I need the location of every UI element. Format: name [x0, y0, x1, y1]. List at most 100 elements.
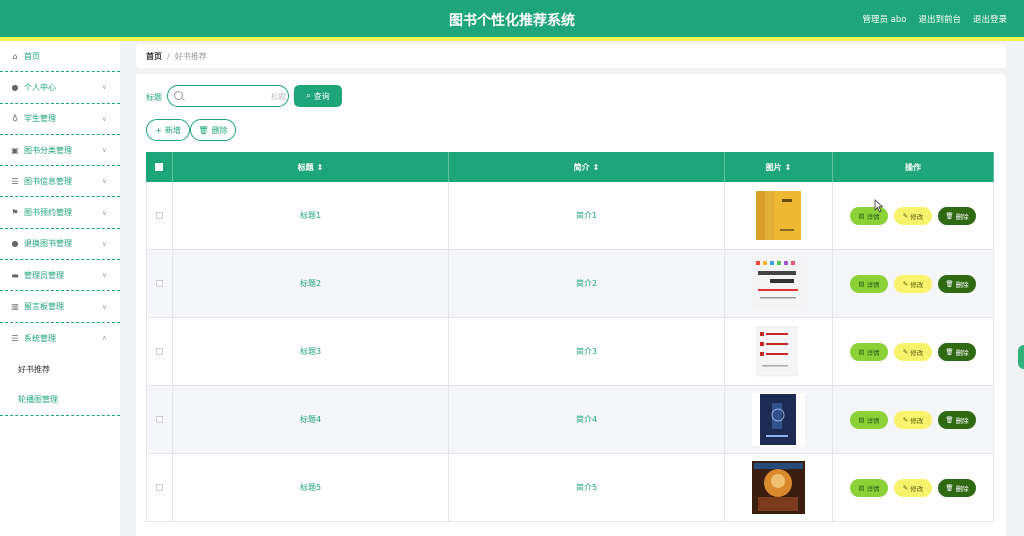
intro-cell: 简介5: [449, 454, 725, 521]
detail-label: 详情: [866, 484, 880, 493]
trash-icon: 🗑: [198, 125, 209, 135]
edit-label: 修改: [910, 484, 924, 493]
add-button-label: 新增: [164, 125, 181, 135]
edit-button[interactable]: ✎ 修改: [894, 342, 932, 361]
delete-button-label: 删除: [211, 125, 228, 135]
delete-button[interactable]: 🗑 删除: [938, 410, 976, 429]
detail-button[interactable]: ▤ 详情: [850, 274, 888, 293]
sidebar-item-book-return[interactable]: ● 退换图书管理 ∨: [0, 229, 120, 261]
batch-delete-button[interactable]: 🗑 删除: [190, 119, 236, 141]
sidebar-item-book-reservation[interactable]: ⚑ 图书预约管理 ∨: [0, 197, 120, 229]
delete-button[interactable]: 🗑 删除: [938, 478, 976, 497]
row-intro: 简介5: [575, 483, 598, 492]
search-icon: [174, 91, 183, 100]
table-row: 标题4 简介4 ▤ 详情 ✎ 修改 🗑 删除: [146, 386, 994, 454]
data-table: 标题 ⇕ 简介 ⇕ 图片 ⇕ 操作 标题1 简介1 ▤ 详情 ✎ 修改 🗑 删除…: [146, 152, 994, 522]
ops-cell: ▤ 详情 ✎ 修改 🗑 删除: [833, 318, 994, 385]
title-cell: 标题5: [173, 454, 449, 521]
sidebar-item-label: 留言板管理: [24, 302, 64, 312]
edit-button[interactable]: ✎ 修改: [894, 206, 932, 225]
detail-icon: ▤: [858, 483, 865, 492]
chevron-down-icon: ∨: [101, 271, 107, 280]
header-accent-strip: [0, 37, 1024, 41]
floating-side-tab[interactable]: [1018, 345, 1024, 369]
sidebar-item-admins[interactable]: ▬ 管理员管理 ∨: [0, 260, 120, 292]
add-button[interactable]: + 新增: [146, 119, 190, 141]
sidebar-item-system[interactable]: ☰ 系统管理 ∧: [0, 323, 120, 354]
sidebar-item-home[interactable]: ⌂ 首页: [0, 41, 120, 73]
search-label: 标题: [146, 93, 162, 102]
edit-icon: ✎: [902, 211, 909, 220]
delete-button[interactable]: 🗑 删除: [938, 206, 976, 225]
search-button[interactable]: ⌕ 查询: [294, 85, 342, 107]
flag-icon: ⚑: [11, 208, 19, 218]
sidebar-item-label: 图书分类管理: [24, 145, 72, 155]
image-cell: [725, 454, 833, 521]
list-icon: ☰: [11, 333, 19, 343]
title-cell: 标题2: [173, 250, 449, 317]
detail-button[interactable]: ▤ 详情: [850, 342, 888, 361]
table-row: 标题5 简介5 ▤ 详情 ✎ 修改 🗑 删除: [146, 454, 994, 522]
edit-icon: ✎: [902, 279, 909, 288]
sidebar-item-book-category[interactable]: ▣ 图书分类管理 ∨: [0, 135, 120, 167]
title-cell: 标题1: [173, 182, 449, 249]
sidebar-item-personal-center[interactable]: ● 个人中心 ∨: [0, 72, 120, 104]
row-checkbox[interactable]: [156, 416, 163, 423]
sidebar-item-label: 图书预约管理: [24, 208, 72, 218]
sidebar-item-message-board[interactable]: ▥ 留言板管理 ∨: [0, 291, 120, 323]
header-ops-label: 操作: [905, 162, 921, 172]
detail-button[interactable]: ▤ 详情: [850, 410, 888, 429]
row-checkbox[interactable]: [156, 280, 163, 287]
header-image[interactable]: 图片 ⇕: [725, 152, 833, 182]
image-cell: [725, 250, 833, 317]
header-intro[interactable]: 简介 ⇕: [449, 152, 725, 182]
ops-cell: ▤ 详情 ✎ 修改 🗑 删除: [833, 250, 994, 317]
sidebar-subitem-carousel[interactable]: 轮播图管理: [0, 385, 120, 416]
header-title-label: 标题: [297, 162, 314, 172]
row-title: 标题5: [299, 483, 322, 492]
search-input[interactable]: [186, 89, 286, 103]
row-checkbox[interactable]: [156, 348, 163, 355]
delete-button[interactable]: 🗑 删除: [938, 274, 976, 293]
row-checkbox-cell: [146, 454, 173, 521]
delete-button[interactable]: 🗑 删除: [938, 342, 976, 361]
mic-icon: ♁: [12, 114, 18, 124]
row-title: 标题2: [299, 279, 322, 288]
detail-button[interactable]: ▤ 详情: [850, 478, 888, 497]
mouse-cursor-icon: [874, 199, 884, 213]
sidebar-item-book-info[interactable]: ☰ 图书信息管理 ∨: [0, 166, 120, 198]
breadcrumb: 首页 / 好书推荐: [136, 44, 1006, 68]
sidebar-subitem-recommend[interactable]: 好书推荐: [0, 354, 120, 385]
exit-to-frontend-link[interactable]: 退出到前台: [918, 13, 961, 25]
top-header: 图书个性化推荐系统 管理员 abo 退出到前台 退出登录: [0, 0, 1024, 37]
breadcrumb-home[interactable]: 首页: [146, 51, 162, 62]
title-cell: 标题3: [173, 318, 449, 385]
edit-button[interactable]: ✎ 修改: [894, 410, 932, 429]
header-image-label: 图片: [765, 162, 782, 172]
header-intro-label: 简介: [573, 162, 590, 172]
sidebar-item-label: 首页: [24, 51, 40, 61]
admin-user-link[interactable]: 管理员 abo: [862, 13, 906, 25]
logout-link[interactable]: 退出登录: [973, 13, 1007, 25]
edit-button[interactable]: ✎ 修改: [894, 478, 932, 497]
table-row: 标题3 简介3 ▤ 详情 ✎ 修改 🗑 删除: [146, 318, 994, 386]
delete-label: 删除: [955, 212, 969, 221]
delete-label: 删除: [955, 348, 969, 357]
row-checkbox[interactable]: [156, 484, 163, 491]
edit-label: 修改: [910, 348, 924, 357]
trash-icon: 🗑: [945, 483, 954, 492]
header-links: 管理员 abo 退出到前台 退出登录: [862, 13, 1007, 25]
search-input-wrapper: [167, 85, 289, 107]
row-checkbox-cell: [146, 182, 173, 249]
header-checkbox-cell: [146, 152, 173, 182]
sidebar-item-students[interactable]: ♁ 学生管理 ∨: [0, 104, 120, 135]
detail-icon: ▤: [858, 279, 865, 288]
row-checkbox[interactable]: [156, 212, 163, 219]
edit-button[interactable]: ✎ 修改: [894, 274, 932, 293]
edit-label: 修改: [910, 416, 924, 425]
header-title[interactable]: 标题 ⇕: [173, 152, 449, 182]
trash-icon: 🗑: [945, 211, 954, 220]
search-icon: ⌕: [306, 91, 311, 100]
chevron-down-icon: ∨: [101, 239, 107, 248]
select-all-checkbox[interactable]: [155, 163, 163, 171]
